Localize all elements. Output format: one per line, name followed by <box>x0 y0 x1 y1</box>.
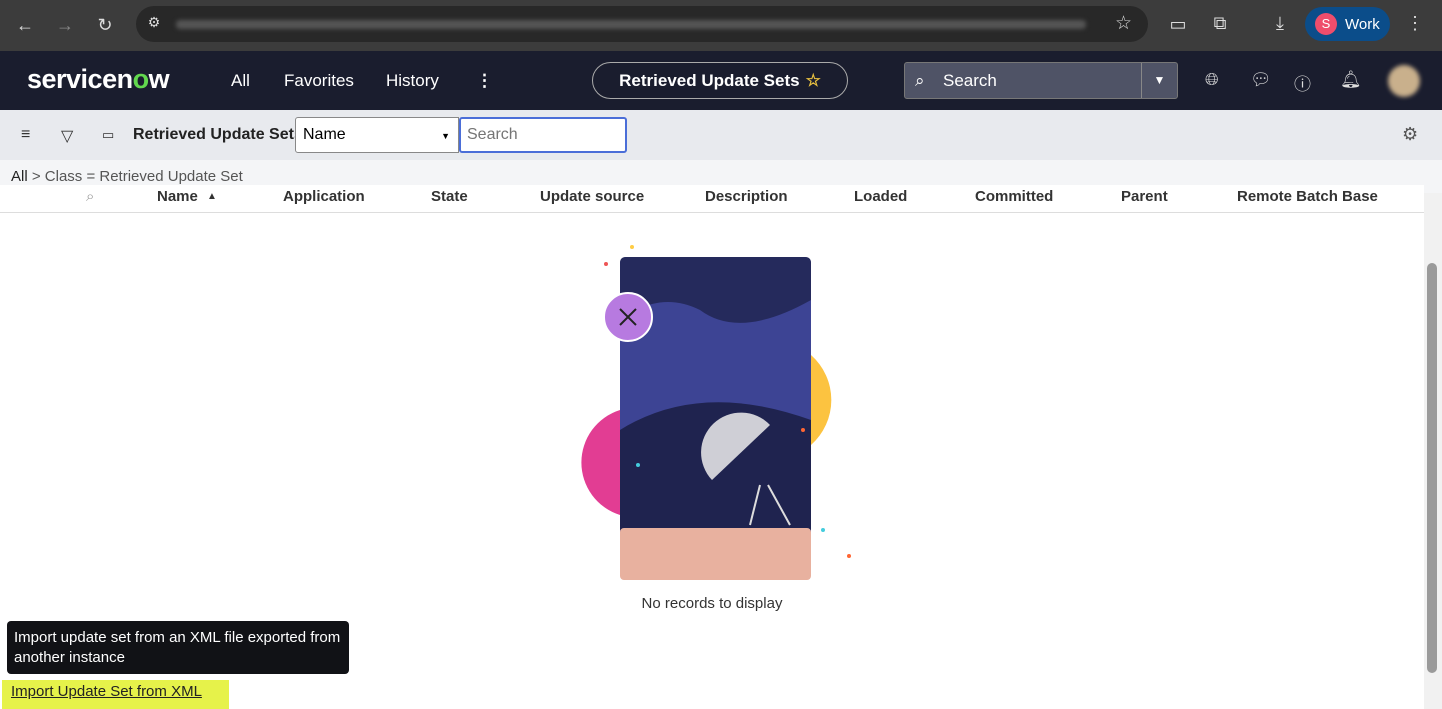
column-name[interactable]: Name <box>157 188 198 205</box>
nav-more-icon[interactable]: ⋮ <box>476 71 493 91</box>
nav-all[interactable]: All <box>231 71 250 91</box>
bell-icon[interactable]: 🔔︎ <box>1340 70 1362 90</box>
select-value: Name <box>303 126 346 143</box>
browser-menu-icon[interactable]: ⋮ <box>1395 13 1435 34</box>
breadcrumb-separator: > <box>31 168 41 185</box>
global-search[interactable]: ⌕ Search ▼ <box>904 62 1178 99</box>
address-bar[interactable]: ⚙ ☆ <box>136 6 1148 42</box>
filter-icon[interactable]: ▽ <box>61 126 73 146</box>
search-icon: ⌕ <box>915 71 925 90</box>
page-title: Retrieved Update Sets <box>619 71 800 90</box>
global-search-placeholder: Search <box>943 71 997 90</box>
list-toolbar: ≡ ▽ ▭ Retrieved Update Sets Name ▼ ⚙ <box>0 110 1442 160</box>
scrollbar-thumb[interactable] <box>1427 263 1437 673</box>
column-application[interactable]: Application <box>283 188 365 205</box>
column-committed[interactable]: Committed <box>975 188 1053 205</box>
column-update-source[interactable]: Update source <box>540 188 644 205</box>
search-scope-dropdown[interactable]: ▼ <box>1141 63 1177 98</box>
sort-ascending-icon: ▲ <box>207 191 217 202</box>
column-loaded[interactable]: Loaded <box>854 188 907 205</box>
chat-icon[interactable]: 💬︎ <box>1250 70 1272 90</box>
import-update-set-link[interactable]: Import Update Set from XML <box>2 680 229 709</box>
profile-avatar: S <box>1315 13 1337 35</box>
forward-icon[interactable]: → <box>45 15 85 36</box>
list-search-input[interactable] <box>459 117 627 153</box>
empty-state-illustration <box>581 245 851 580</box>
search-field-select[interactable]: Name ▼ <box>295 117 459 153</box>
activity-icon[interactable]: ▭ <box>102 127 114 143</box>
cast-icon[interactable]: ▭ <box>1158 14 1198 35</box>
download-icon[interactable]: ⤓ <box>1260 13 1300 34</box>
user-avatar[interactable] <box>1388 65 1420 97</box>
nav-history[interactable]: History <box>386 71 439 91</box>
help-icon[interactable]: ⓘ <box>1294 70 1311 95</box>
browser-toolbar: ← → ↻ ⚙ ☆ ▭ ⧉ ⤓ S Work ⋮ <box>0 0 1442 51</box>
chevron-down-icon: ▼ <box>441 131 450 141</box>
profile-button[interactable]: S Work <box>1305 7 1390 41</box>
breadcrumb-all[interactable]: All <box>11 168 28 185</box>
servicenow-nav: servicenow All Favorites History ⋮ Retri… <box>0 51 1442 110</box>
table-header: ⌕ Name ▲ Application State Update source… <box>0 185 1424 213</box>
column-remote-batch-base[interactable]: Remote Batch Base <box>1237 188 1378 205</box>
servicenow-logo[interactable]: servicenow <box>27 64 170 95</box>
favorite-star-icon[interactable]: ☆ <box>806 71 821 90</box>
globe-icon[interactable]: 🌐︎ <box>1205 70 1219 90</box>
column-search-icon[interactable]: ⌕ <box>86 188 94 205</box>
back-icon[interactable]: ← <box>5 15 45 36</box>
column-state[interactable]: State <box>431 188 468 205</box>
tooltip: Import update set from an XML file expor… <box>7 621 349 674</box>
breadcrumb-filter[interactable]: Class = Retrieved Update Set <box>45 168 243 185</box>
hamburger-icon[interactable]: ≡ <box>21 126 30 144</box>
column-parent[interactable]: Parent <box>1121 188 1168 205</box>
empty-message: No records to display <box>641 595 783 612</box>
list-title: Retrieved Update Sets <box>133 126 303 143</box>
gear-icon[interactable]: ⚙ <box>1402 124 1418 145</box>
site-settings-icon[interactable]: ⚙ <box>134 14 174 31</box>
vertical-scrollbar[interactable] <box>1424 193 1442 709</box>
extensions-icon[interactable]: ⧉ <box>1200 13 1240 34</box>
bookmark-star-icon[interactable]: ☆ <box>1115 12 1132 35</box>
reload-icon[interactable]: ↻ <box>85 15 125 36</box>
nav-favorites[interactable]: Favorites <box>284 71 354 91</box>
column-description[interactable]: Description <box>705 188 788 205</box>
profile-label: Work <box>1345 15 1380 33</box>
page-title-pill: Retrieved Update Sets ☆ <box>592 62 848 99</box>
